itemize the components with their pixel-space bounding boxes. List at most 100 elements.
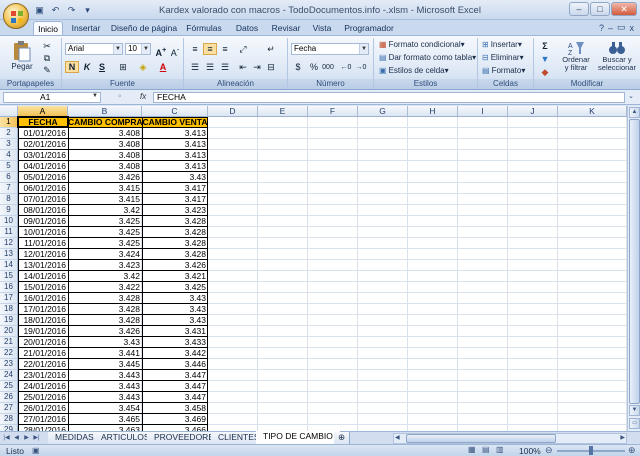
ribbon-close-icon[interactable]: x: [630, 23, 635, 33]
insert-cells-button[interactable]: ⊞ Insertar ▾: [482, 40, 522, 49]
percent-button[interactable]: %: [307, 61, 321, 73]
column-header-h[interactable]: H: [408, 106, 458, 117]
wrap-text-icon[interactable]: ↵: [264, 43, 278, 55]
autosum-icon[interactable]: Σ: [538, 40, 552, 52]
vertical-scroll-thumb[interactable]: [629, 119, 640, 404]
first-sheet-icon[interactable]: |◀: [2, 434, 11, 443]
delete-cells-button[interactable]: ⊟ Eliminar ▾: [482, 53, 524, 62]
row-header[interactable]: 25: [0, 381, 18, 392]
row-header[interactable]: 14: [0, 260, 18, 271]
font-name-combo[interactable]: Arial ▼: [65, 43, 123, 55]
align-center-icon[interactable]: ☰: [203, 61, 217, 73]
minimize-button[interactable]: –: [569, 2, 589, 16]
row-header[interactable]: 5: [0, 161, 18, 172]
row-header[interactable]: 24: [0, 370, 18, 381]
column-header-k[interactable]: K: [558, 106, 627, 117]
column-header-g[interactable]: G: [358, 106, 408, 117]
cell-styles-button[interactable]: ▣ Estilos de celda ▾: [379, 66, 449, 75]
bold-button[interactable]: N: [65, 61, 79, 73]
zoom-out-icon[interactable]: ⊖: [545, 445, 553, 456]
row-header[interactable]: 4: [0, 150, 18, 161]
split-icon[interactable]: ▭: [629, 418, 640, 429]
row-header[interactable]: 26: [0, 392, 18, 403]
tab-vista[interactable]: Vista: [309, 21, 335, 36]
row-header[interactable]: 9: [0, 205, 18, 216]
select-all-corner[interactable]: [0, 106, 18, 117]
column-header-b[interactable]: B: [68, 106, 142, 117]
row-header[interactable]: 16: [0, 282, 18, 293]
row-header[interactable]: 20: [0, 326, 18, 337]
fill-icon[interactable]: ▼: [538, 53, 552, 65]
font-size-combo[interactable]: 10 ▼: [125, 43, 151, 55]
tab-formulas[interactable]: Fórmulas: [184, 21, 224, 36]
scroll-down-icon[interactable]: ▼: [629, 405, 640, 416]
format-as-table-button[interactable]: ▤ Dar formato como tabla ▾: [379, 53, 476, 62]
decrease-indent-icon[interactable]: ⇤: [236, 61, 250, 73]
row-header[interactable]: 12: [0, 238, 18, 249]
help-icon[interactable]: ?: [599, 23, 604, 33]
row-header[interactable]: 8: [0, 194, 18, 205]
row-header[interactable]: 10: [0, 216, 18, 227]
column-header-a[interactable]: A: [18, 106, 68, 117]
row-header[interactable]: 18: [0, 304, 18, 315]
worksheet-grid[interactable]: ABCDEFGHIJK 1 FECHA CAMBIO COMPRA CAMBIO VE…: [0, 106, 627, 431]
scroll-right-icon[interactable]: ▶: [620, 434, 625, 441]
tab-diseno-pagina[interactable]: Diseño de página: [110, 21, 178, 36]
column-header-i[interactable]: I: [458, 106, 508, 117]
borders-icon[interactable]: ⊞: [116, 61, 130, 73]
zoom-slider-thumb[interactable]: [589, 446, 593, 455]
row-header[interactable]: 17: [0, 293, 18, 304]
tab-programador[interactable]: Programador: [341, 21, 397, 36]
page-layout-view-icon[interactable]: ▤: [482, 445, 490, 454]
last-sheet-icon[interactable]: ▶|: [32, 434, 41, 443]
close-button[interactable]: ✕: [611, 2, 637, 16]
increase-indent-icon[interactable]: ⇥: [250, 61, 264, 73]
paste-button[interactable]: Pegar: [8, 40, 36, 71]
tab-insertar[interactable]: Insertar: [68, 21, 104, 36]
decrease-decimal-icon[interactable]: →0: [354, 61, 368, 73]
fill-color-icon[interactable]: ◈: [136, 61, 150, 73]
row-header[interactable]: 3: [0, 139, 18, 150]
clear-icon[interactable]: ◆: [538, 66, 552, 78]
formula-bar-resize-icon[interactable]: ◦: [118, 91, 122, 102]
format-cells-button[interactable]: ▤ Formato ▾: [482, 66, 525, 75]
sort-filter-button[interactable]: AZ Ordenar y filtrar: [558, 40, 594, 72]
expand-formula-icon[interactable]: ⌄: [628, 92, 634, 100]
align-right-icon[interactable]: ☰: [218, 61, 232, 73]
font-color-icon[interactable]: A: [156, 61, 170, 73]
zoom-level[interactable]: 100%: [519, 446, 541, 456]
thousands-button[interactable]: 000: [321, 61, 335, 73]
page-break-view-icon[interactable]: ▥: [496, 445, 504, 454]
increase-decimal-icon[interactable]: ←0: [339, 61, 353, 73]
tab-inicio[interactable]: Inicio: [33, 21, 63, 36]
column-header-j[interactable]: J: [508, 106, 558, 117]
prev-sheet-icon[interactable]: ◀: [12, 434, 21, 443]
tab-revisar[interactable]: Revisar: [269, 21, 303, 36]
orientation-icon[interactable]: ⤢: [236, 43, 250, 55]
row-header[interactable]: 22: [0, 348, 18, 359]
row-header[interactable]: 1: [0, 117, 18, 128]
office-button[interactable]: [3, 3, 29, 29]
row-header[interactable]: 19: [0, 315, 18, 326]
column-header-f[interactable]: F: [308, 106, 358, 117]
name-box-chevron-icon[interactable]: ▼: [92, 93, 98, 99]
horizontal-scrollbar[interactable]: ◀ ▶: [393, 433, 627, 444]
row-header[interactable]: 27: [0, 403, 18, 414]
cut-icon[interactable]: ✂: [40, 40, 54, 52]
vertical-scrollbar[interactable]: ▲ ▼ ▭: [627, 106, 640, 431]
merge-center-icon[interactable]: ⊟: [264, 61, 278, 73]
row-header[interactable]: 28: [0, 414, 18, 425]
row-header[interactable]: 2: [0, 128, 18, 139]
grow-font-icon[interactable]: A+: [154, 43, 168, 58]
format-painter-icon[interactable]: ✎: [40, 64, 54, 76]
conditional-format-button[interactable]: ▦ Formato condicional ▾: [379, 40, 465, 49]
macro-record-icon[interactable]: ▣: [32, 446, 40, 455]
find-select-button[interactable]: Buscar y seleccionar: [596, 40, 638, 72]
underline-button[interactable]: S: [95, 61, 109, 73]
shrink-font-icon[interactable]: A-: [168, 43, 182, 58]
insert-function-button[interactable]: fx: [140, 92, 146, 101]
scroll-up-icon[interactable]: ▲: [629, 107, 640, 118]
row-header[interactable]: 23: [0, 359, 18, 370]
column-header-c[interactable]: C: [142, 106, 208, 117]
sheet-tab-tipo-de-cambio[interactable]: TIPO DE CAMBIO: [256, 431, 341, 444]
